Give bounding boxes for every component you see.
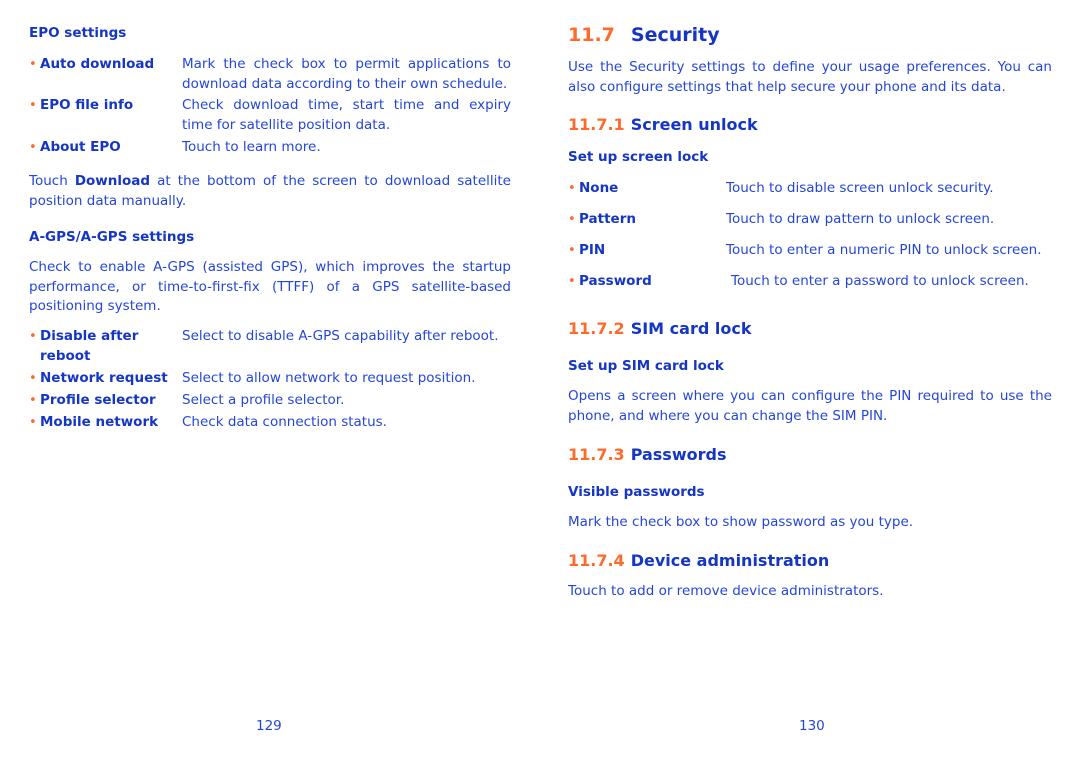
bullet-icon: • (568, 181, 576, 196)
term: About EPO (40, 139, 121, 155)
term: Password (579, 273, 652, 289)
passwords-text: Mark the check box to show password as y… (568, 514, 914, 530)
bullet-icon: • (29, 371, 37, 386)
description: Touch to enter a password to unlock scre… (731, 273, 1029, 289)
sim-lock-text: Opens a screen where you can configure t… (568, 388, 1052, 424)
bullet-icon: • (568, 274, 576, 289)
description: Check data connection status. (182, 414, 387, 430)
subsection-heading: 11.7.1 Screen unlock (568, 115, 758, 134)
subsection-heading: 11.7.4 Device administration (568, 551, 829, 570)
bullet-icon: • (29, 98, 37, 113)
description: Touch to disable screen unlock security. (726, 180, 994, 196)
subsection-heading: 11.7.3 Passwords (568, 445, 726, 464)
description: Select a profile selector. (182, 392, 345, 408)
subsection-title: Device administration (630, 551, 830, 570)
bullet-icon: • (568, 243, 576, 258)
description: Touch to enter a numeric PIN to unlock s… (726, 242, 1042, 258)
bullet-icon: • (29, 415, 37, 430)
bullet-icon: • (29, 393, 37, 408)
download-note: Touch Download at the bottom of the scre… (29, 172, 511, 211)
bullet-icon: • (568, 212, 576, 227)
term: Auto download (40, 56, 155, 72)
bullet-icon: • (29, 329, 37, 344)
subsection-number: 11.7.4 (568, 551, 625, 570)
agps-intro: Check to enable A-GPS (assisted GPS), wh… (29, 259, 511, 314)
term: EPO file info (40, 97, 134, 113)
visible-passwords-subheading: Visible passwords (568, 484, 705, 500)
note-prefix: Touch (29, 173, 75, 189)
download-keyword: Download (74, 173, 151, 189)
description: Touch to learn more. (182, 139, 321, 155)
subsection-title: Passwords (630, 445, 727, 464)
subsection-title: SIM card lock (630, 319, 752, 338)
epo-settings-heading: EPO settings (29, 25, 127, 41)
screen-lock-subheading: Set up screen lock (568, 149, 709, 165)
subsection-heading: 11.7.2 SIM card lock (568, 319, 751, 338)
subsection-number: 11.7.3 (568, 445, 625, 464)
term: None (579, 180, 619, 196)
page-number-right: 130 (799, 718, 825, 734)
bullet-icon: • (29, 57, 37, 72)
term: Profile selector (40, 392, 156, 408)
description: Touch to draw pattern to unlock screen. (726, 211, 995, 227)
device-admin-text: Touch to add or remove device administra… (568, 583, 884, 599)
section-heading: 11.7 Security (568, 24, 720, 46)
term: Pattern (579, 211, 636, 227)
page-number-left: 129 (256, 718, 282, 734)
sim-lock-subheading: Set up SIM card lock (568, 358, 724, 374)
agps-settings-heading: A-GPS/A-GPS settings (29, 229, 195, 245)
description: Mark the check box to permit application… (182, 56, 511, 92)
description: Select to allow network to request posit… (182, 370, 476, 386)
term: Disable after reboot (40, 328, 139, 364)
section-number: 11.7 (568, 24, 615, 46)
subsection-number: 11.7.2 (568, 319, 625, 338)
subsection-number: 11.7.1 (568, 115, 625, 134)
subsection-title: Screen unlock (630, 115, 758, 134)
bullet-icon: • (29, 140, 37, 155)
term: Mobile network (40, 414, 159, 430)
term: Network request (40, 370, 168, 386)
term: PIN (579, 242, 606, 258)
description: Select to disable A-GPS capability after… (182, 328, 499, 344)
security-intro: Use the Security settings to define your… (568, 59, 1052, 95)
description: Check download time, start time and expi… (182, 97, 511, 133)
section-title: Security (630, 24, 720, 46)
